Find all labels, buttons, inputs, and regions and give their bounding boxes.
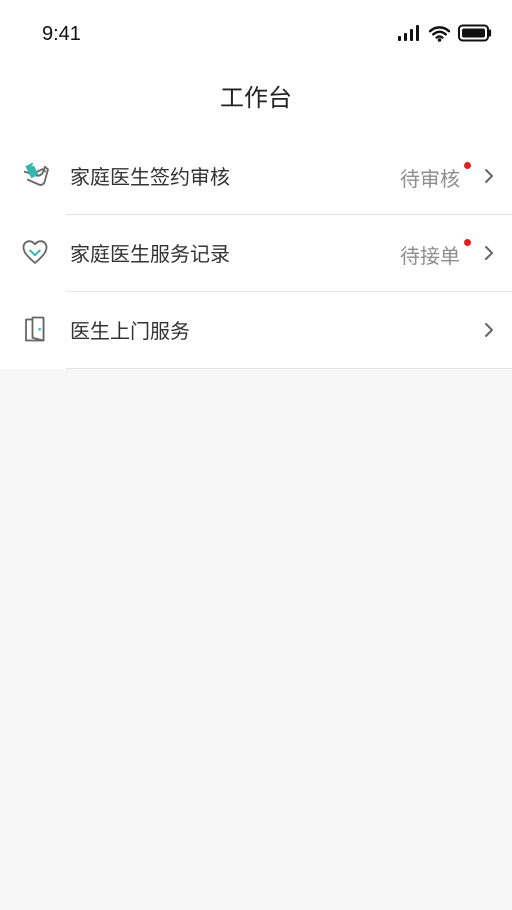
status-bar: 9:41 <box>0 0 512 64</box>
pending-order-status: 待接单 <box>400 244 460 268</box>
page-header: 工作台 <box>0 64 512 138</box>
doctor-home-service-item[interactable]: 医生上门服务 <box>0 292 512 369</box>
chevron-right-icon <box>485 169 493 183</box>
item-label: 家庭医生签约审核 <box>70 165 230 189</box>
heart-icon <box>22 240 48 264</box>
notification-dot <box>464 239 471 246</box>
item-label: 医生上门服务 <box>70 319 190 343</box>
workbench-screen: 9:41 工作台 家庭医生签约审核 待审核 家庭医生服务记录 待接单 医生上门服… <box>0 0 512 910</box>
page-title: 工作台 <box>220 84 292 112</box>
notification-dot <box>464 162 471 169</box>
chevron-right-icon <box>485 246 493 260</box>
signing-hand-icon <box>23 162 49 186</box>
wifi-icon <box>428 25 451 42</box>
family-doctor-service-record-item[interactable]: 家庭医生服务记录 待接单 <box>0 215 512 292</box>
pending-review-status: 待审核 <box>400 167 460 191</box>
family-doctor-signing-review-item[interactable]: 家庭医生签约审核 待审核 <box>0 138 512 215</box>
status-icons <box>397 22 493 44</box>
item-label: 家庭医生服务记录 <box>70 242 230 266</box>
workbench-menu-list: 家庭医生签约审核 待审核 家庭医生服务记录 待接单 医生上门服务 <box>0 138 512 369</box>
door-icon <box>25 316 45 342</box>
status-time: 9:41 <box>42 23 81 45</box>
cellular-signal-icon <box>398 25 419 41</box>
chevron-right-icon <box>485 323 493 337</box>
battery-icon <box>458 24 492 42</box>
